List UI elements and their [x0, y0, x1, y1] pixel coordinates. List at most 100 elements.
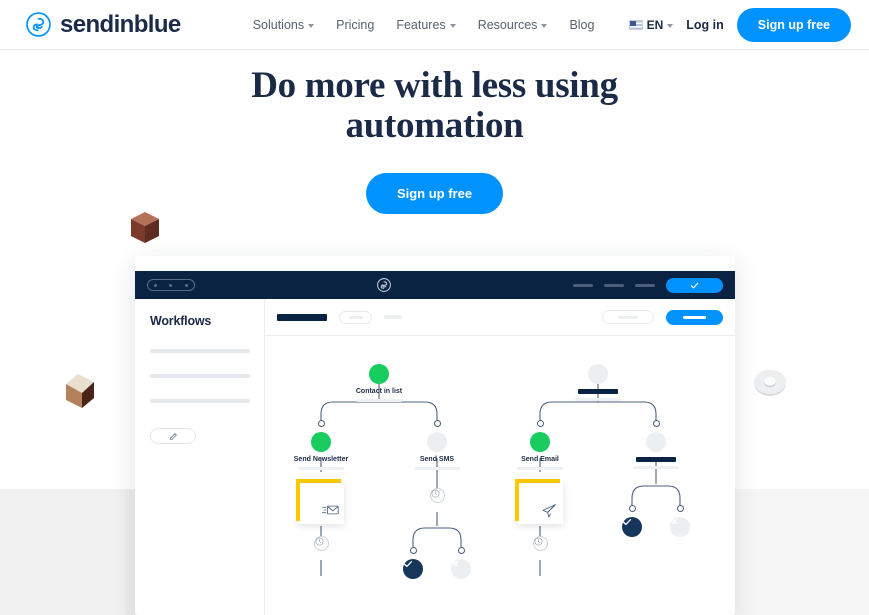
page-title: Do more with less using automation	[251, 65, 618, 146]
main-navigation: Solutions Pricing Features Resources Blo…	[253, 18, 595, 32]
status-x-icon	[408, 432, 447, 452]
workflow-node-send-email[interactable]: Send Email	[510, 432, 570, 470]
status-check-icon	[291, 432, 331, 452]
node-label-placeholder	[636, 457, 676, 462]
header-actions: EN Log in Sign up free	[628, 7, 851, 42]
workflow-card-email[interactable]	[515, 479, 563, 524]
sidebar-placeholder-row[interactable]	[150, 374, 250, 378]
nav-label: Blog	[569, 17, 595, 32]
brand-name: sendinblue	[60, 10, 181, 38]
menu-placeholder-item[interactable]	[604, 283, 624, 287]
status-check-icon	[510, 432, 550, 452]
workflow-delay-email[interactable]	[532, 536, 548, 551]
workflow-card-newsletter[interactable]	[296, 479, 344, 524]
workflow-delay-newsletter[interactable]	[313, 536, 329, 551]
nav-item-pricing[interactable]: Pricing	[336, 18, 374, 32]
check-icon	[690, 282, 699, 288]
menu-placeholder-item[interactable]	[573, 283, 593, 287]
x-icon	[671, 518, 678, 525]
mockup-menu	[573, 277, 723, 293]
nav-item-blog[interactable]: Blog	[569, 18, 594, 32]
app-mockup: Workflows Contact in list Send Newslette…	[135, 256, 735, 615]
node-label: Send SMS	[419, 456, 455, 463]
node-label: Send Newsletter	[293, 456, 349, 463]
check-icon	[403, 561, 413, 568]
connector-port	[652, 420, 660, 427]
connector-port	[409, 547, 417, 554]
sidebar-edit-button[interactable]	[150, 428, 196, 444]
workflow-outcome-right-no[interactable]	[670, 517, 690, 537]
clock-icon	[534, 537, 542, 546]
node-label: Contact in list	[355, 388, 403, 395]
window-control-dot	[184, 283, 188, 287]
workflow-connectors	[320, 384, 681, 576]
toolbar-pill-button[interactable]	[339, 310, 372, 324]
workflow-outcome-right-yes[interactable]	[622, 517, 642, 537]
sendinblue-pinwheel-icon	[26, 12, 51, 37]
chevron-down-icon	[449, 23, 456, 28]
mockup-titlebar	[135, 271, 735, 299]
node-label: Send Email	[521, 456, 559, 463]
node-underline	[356, 399, 402, 402]
status-check-icon	[349, 364, 389, 384]
page-root: sendinblue Solutions Pricing Features Re…	[0, 0, 869, 615]
workflow-outcome-sms-yes[interactable]	[403, 559, 423, 579]
3d-torus-icon	[753, 366, 787, 400]
background-band-right	[726, 489, 869, 615]
nav-item-solutions[interactable]: Solutions	[252, 17, 315, 32]
background-band-left	[0, 489, 125, 615]
connector-port	[317, 420, 325, 427]
pencil-icon	[169, 432, 177, 440]
workflow-node-right[interactable]	[626, 432, 686, 469]
language-selector[interactable]: EN	[628, 17, 674, 32]
mockup-sidebar: Workflows	[135, 299, 265, 615]
titlebar-primary-button[interactable]	[666, 277, 723, 293]
workflow-node-send-sms[interactable]: Send SMS	[407, 432, 467, 470]
login-link[interactable]: Log in	[686, 18, 724, 32]
nav-item-resources[interactable]: Resources	[478, 18, 548, 32]
menu-placeholder-item[interactable]	[635, 283, 655, 287]
sidebar-placeholder-row[interactable]	[150, 349, 250, 353]
mockup-top-strip	[135, 256, 735, 271]
window-controls[interactable]	[147, 279, 195, 291]
x-icon	[452, 560, 459, 567]
3d-cube-icon	[128, 209, 162, 247]
workflow-delay-sms[interactable]	[429, 488, 445, 503]
language-label: EN	[646, 17, 664, 32]
clock-icon	[431, 489, 439, 498]
connector-port	[628, 505, 636, 512]
clock-icon	[315, 537, 323, 546]
us-flag-icon	[628, 19, 643, 30]
mockup-toolbar	[265, 299, 735, 336]
workflow-canvas: Contact in list Send Newsletter Send SMS…	[265, 336, 735, 615]
nav-label: Resources	[477, 17, 538, 32]
sidebar-placeholder-row[interactable]	[150, 399, 250, 403]
workflow-node-send-newsletter[interactable]: Send Newsletter	[291, 432, 351, 470]
signup-button-hero[interactable]: Sign up free	[365, 172, 504, 214]
brand-logo[interactable]: sendinblue	[26, 12, 181, 37]
toolbar-primary-button[interactable]	[666, 309, 723, 325]
connector-port	[676, 505, 684, 512]
connector-port	[536, 420, 544, 427]
chevron-down-icon	[667, 23, 674, 28]
nav-item-features[interactable]: Features	[396, 18, 456, 32]
window-control-dot	[154, 283, 158, 287]
mockup-body: Workflows Contact in list Send Newslette…	[135, 299, 735, 615]
workflow-node-contact-in-list[interactable]: Contact in list	[349, 364, 409, 402]
workflow-node-top-right[interactable]	[568, 364, 628, 401]
node-underline	[633, 466, 679, 469]
hero-section: Do more with less using automation Sign …	[0, 50, 869, 214]
toolbar-text-placeholder	[384, 315, 402, 319]
mockup-main: Contact in list Send Newsletter Send SMS…	[265, 299, 735, 615]
connector-port	[457, 547, 465, 554]
toolbar-title-placeholder	[277, 313, 327, 321]
workflow-outcome-sms-no[interactable]	[451, 559, 471, 579]
nav-label: Solutions	[252, 17, 305, 32]
window-control-dot	[169, 283, 173, 287]
3d-cube-icon	[62, 370, 98, 412]
node-underline	[298, 467, 344, 470]
node-underline	[575, 398, 621, 401]
status-x-icon	[569, 364, 608, 384]
toolbar-secondary-button[interactable]	[602, 310, 654, 324]
signup-button-header[interactable]: Sign up free	[736, 7, 851, 42]
